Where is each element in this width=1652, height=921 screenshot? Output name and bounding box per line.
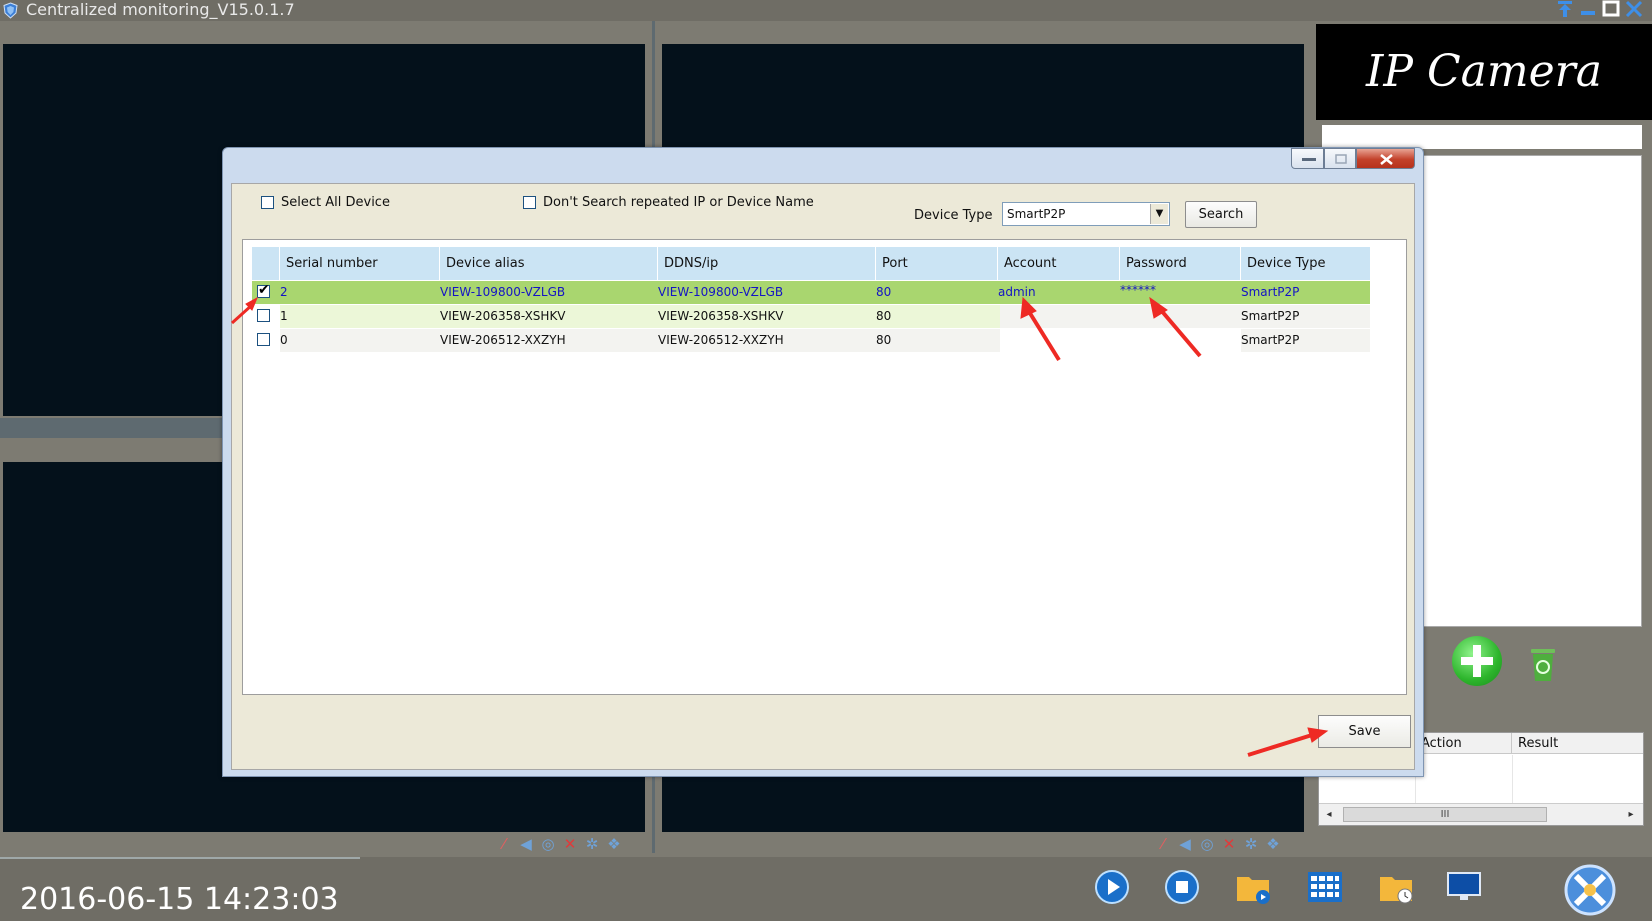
ip-camera-logo: IP Camera [1316,24,1652,120]
monitor-icon[interactable] [1446,869,1482,905]
row-checkbox[interactable] [257,333,270,346]
cell-password[interactable] [1120,329,1241,352]
col-device-type[interactable]: Device Type [1241,247,1370,280]
tools-icon[interactable] [1558,862,1622,918]
minimize-icon [1302,158,1316,161]
scroll-thumb[interactable]: III [1343,807,1547,822]
scroll-right-icon[interactable]: ▸ [1625,807,1637,822]
dialog-minimize-button[interactable] [1291,148,1324,169]
pane-toolbar-1: ⁄ ◀ ◎ ✕ ✲ ❖ [494,835,626,853]
delete-device-icon[interactable] [1528,646,1558,682]
cell-serial: 1 [280,309,288,323]
snapshot-icon[interactable]: ◎ [538,835,560,853]
device-grid-header: Serial number Device alias DDNS/ip Port … [252,247,1370,280]
cell-port: 80 [876,285,892,299]
add-device-button[interactable] [1452,636,1502,686]
cell-account[interactable] [998,329,1120,352]
mute-icon[interactable]: ◀ [1175,835,1197,853]
col-ddns-ip[interactable]: DDNS/ip [658,247,876,280]
cell-account[interactable] [998,305,1120,328]
cell-ddns: VIEW-109800-VZLGB [658,285,784,299]
row-checkbox[interactable] [257,309,270,322]
talk-icon[interactable]: ⁄ [1153,835,1175,853]
dont-search-repeated-label: Don't Search repeated IP or Device Name [543,195,814,210]
snapshot-icon[interactable]: ◎ [1197,835,1219,853]
talk-icon[interactable]: ⁄ [494,835,516,853]
table-row[interactable]: 0 VIEW-206512-XXZYH VIEW-206512-XXZYH 80… [252,329,1370,352]
dialog-close-button[interactable] [1356,148,1415,169]
current-datetime: 2016-06-15 14:23:03 [20,882,339,917]
cell-ddns: VIEW-206512-XXZYH [658,333,784,347]
dialog-maximize-button[interactable] [1324,148,1356,169]
log-grid-line [1512,755,1513,803]
ptz-icon[interactable]: ❖ [1263,835,1285,853]
device-group-field[interactable] [1322,125,1642,149]
col-account[interactable]: Account [998,247,1120,280]
ptz-icon[interactable]: ❖ [604,835,626,853]
cell-password[interactable]: ****** [1120,281,1241,304]
window-title: Centralized monitoring_V15.0.1.7 [26,0,295,19]
mute-icon[interactable]: ◀ [516,835,538,853]
dont-search-repeated-checkbox[interactable] [523,196,536,209]
chevron-down-icon[interactable]: ▼ [1150,204,1168,224]
pin-top-icon[interactable] [1555,0,1575,18]
log-col-result[interactable]: Result [1512,733,1643,754]
pane-toolbar-2: ⁄ ◀ ◎ ✕ ✲ ❖ [1153,835,1285,853]
cell-device-type: SmartP2P [1241,309,1300,323]
select-all-label: Select All Device [281,195,390,210]
col-serial-number[interactable]: Serial number [280,247,440,280]
maximize-icon[interactable] [1601,0,1621,18]
cell-port: 80 [876,333,892,347]
select-all-checkbox[interactable] [261,196,274,209]
cell-alias: VIEW-206358-XSHKV [440,309,566,323]
cell-password[interactable] [1120,305,1241,328]
log-col-action[interactable]: Action [1415,733,1512,754]
close-icon[interactable] [1624,0,1644,18]
folder-video-icon[interactable] [1235,869,1271,905]
cell-alias: VIEW-109800-VZLGB [440,285,566,299]
table-row[interactable]: 2 VIEW-109800-VZLGB VIEW-109800-VZLGB 80… [252,281,1370,304]
cell-device-type: SmartP2P [1241,333,1300,347]
col-port[interactable]: Port [876,247,998,280]
close-stream-icon[interactable]: ✕ [1219,835,1241,853]
search-button[interactable]: Search [1185,201,1257,228]
device-type-select[interactable]: SmartP2P [1002,202,1170,226]
settings-icon[interactable]: ✲ [582,835,604,853]
row-checkbox[interactable] [257,282,270,298]
maximize-icon [1335,154,1347,164]
col-password[interactable]: Password [1120,247,1241,280]
window-title-bar: Centralized monitoring_V15.0.1.7 [0,0,1652,21]
close-stream-icon[interactable]: ✕ [560,835,582,853]
scroll-left-icon[interactable]: ◂ [1323,807,1335,822]
cell-alias: VIEW-206512-XXZYH [440,333,566,347]
cell-serial: 2 [280,285,288,299]
col-device-alias[interactable]: Device alias [440,247,658,280]
cell-ddns: VIEW-206358-XSHKV [658,309,784,323]
play-icon[interactable] [1094,869,1130,905]
grid-layout-icon[interactable] [1307,869,1343,905]
device-type-label: Device Type [914,208,993,223]
cell-port: 80 [876,309,892,323]
cell-device-type: SmartP2P [1241,285,1300,299]
app-shield-icon [3,2,18,19]
header-check-col [252,247,280,280]
minimize-icon[interactable] [1578,0,1598,18]
cell-account[interactable]: admin [998,281,1120,304]
bottom-bar-accent [0,857,360,859]
table-row[interactable]: 1 VIEW-206358-XSHKV VIEW-206358-XSHKV 80… [252,305,1370,328]
folder-schedule-icon[interactable] [1378,869,1414,905]
close-icon [1380,154,1393,165]
cell-serial: 0 [280,333,288,347]
log-horizontal-scrollbar[interactable]: ◂ III ▸ [1319,803,1643,825]
save-button[interactable]: Save [1318,715,1411,748]
stop-icon[interactable] [1164,869,1200,905]
settings-icon[interactable]: ✲ [1241,835,1263,853]
